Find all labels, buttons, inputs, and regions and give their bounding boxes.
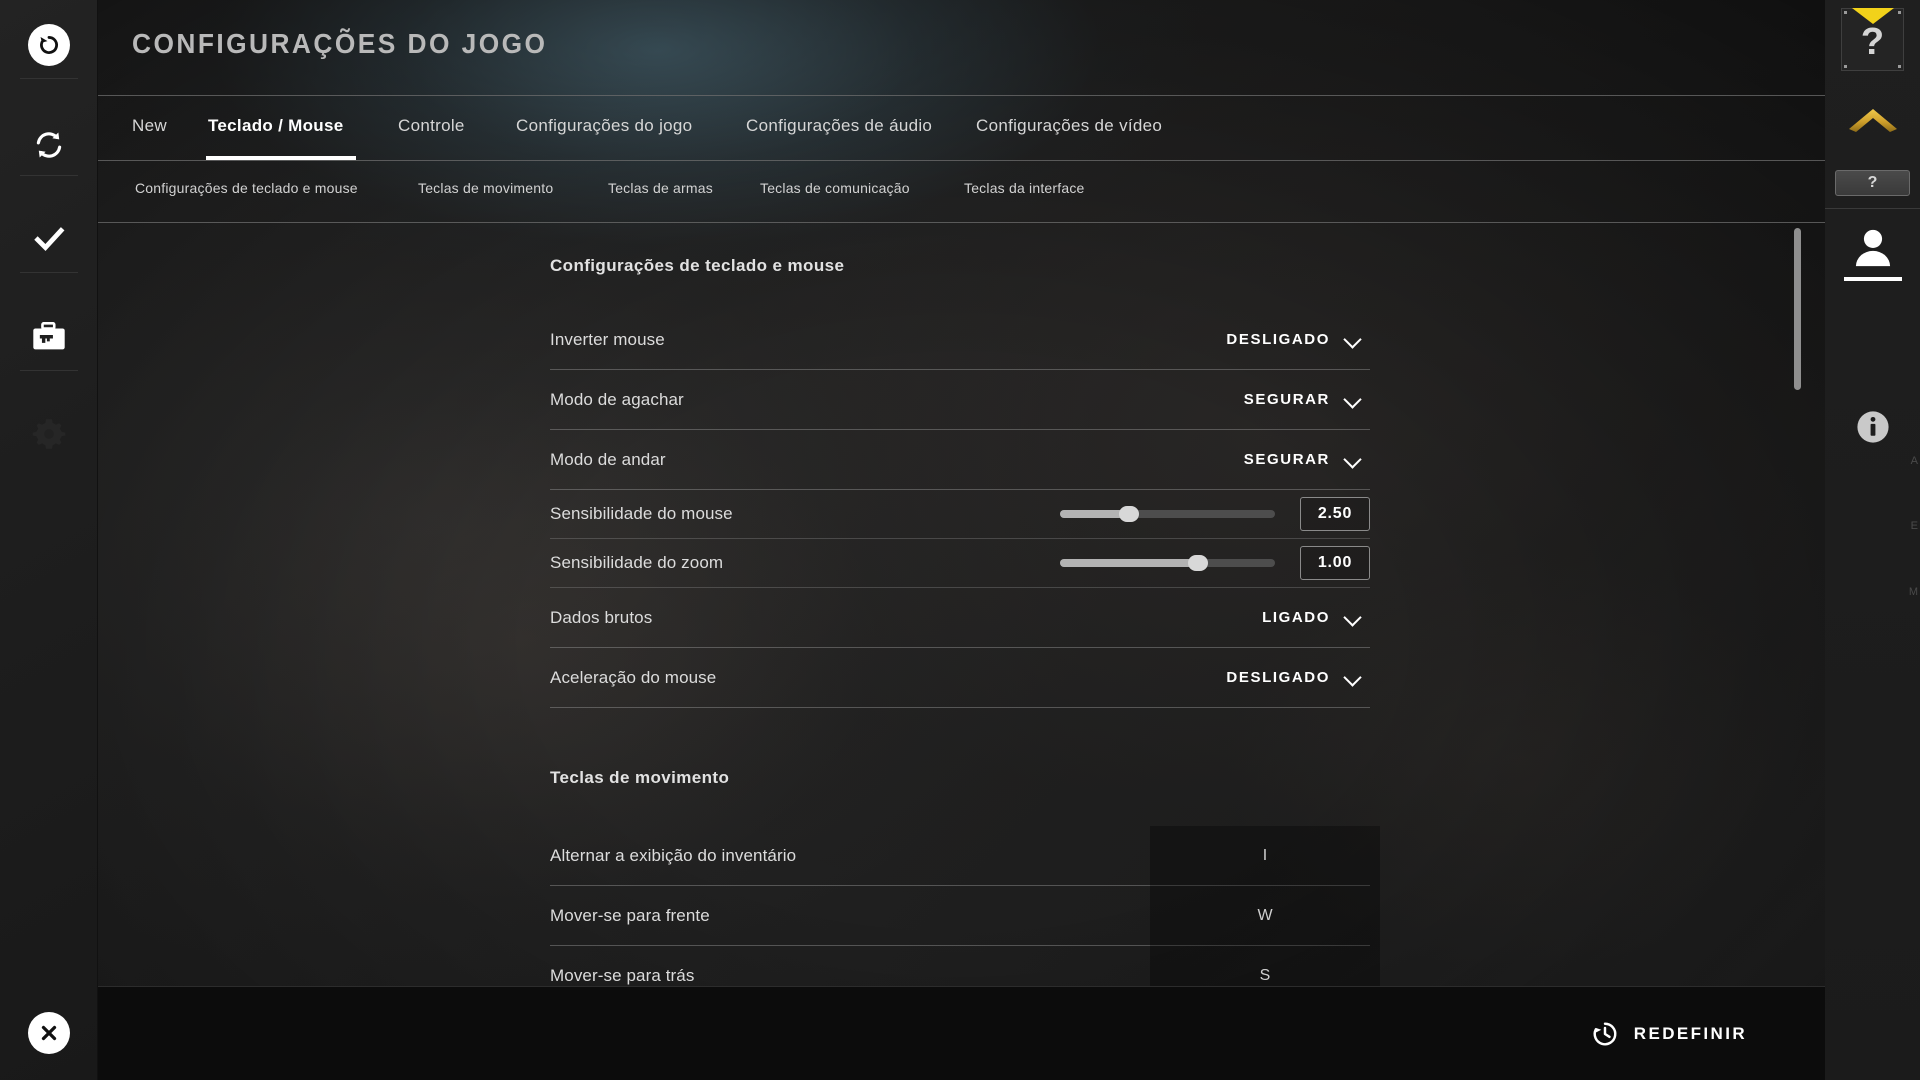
settings-content: Configurações de teclado e mouse Inverte…: [98, 222, 1825, 986]
reset-button[interactable]: REDEFINIR: [1591, 1020, 1747, 1048]
checkmark-icon: [34, 227, 65, 251]
info-button[interactable]: [1825, 410, 1920, 444]
question-mark-glyph: ?: [1860, 21, 1885, 63]
help-marker-panel[interactable]: ?: [1841, 8, 1904, 71]
setting-label: Modo de andar: [550, 449, 666, 469]
person-icon: [1855, 229, 1890, 267]
section-heading-movement-keys: Teclas de movimento: [550, 768, 730, 787]
section-heading-keyboard-mouse: Configurações de teclado e mouse: [550, 256, 845, 275]
help-button[interactable]: ?: [1835, 170, 1910, 196]
setting-row-invert-mouse[interactable]: Inverter mouse DESLIGADO: [550, 310, 1370, 370]
reset-label: REDEFINIR: [1633, 1023, 1747, 1043]
sidebar-item-loadout[interactable]: [0, 304, 98, 370]
close-button[interactable]: [0, 986, 98, 1080]
setting-label: Sensibilidade do mouse: [550, 504, 733, 523]
tab-controller[interactable]: Controle: [398, 96, 465, 156]
slider-fill: [1060, 559, 1198, 567]
slider-knob[interactable]: [1187, 555, 1208, 571]
game-settings-screen: CONFIGURAÇÕES DO JOGO New Teclado / Mous…: [0, 0, 1920, 1080]
keybind-row-toggle-inventory[interactable]: Alternar a exibição do inventário I: [550, 826, 1380, 886]
setting-label: Inverter mouse: [550, 329, 665, 349]
setting-row-walk-mode[interactable]: Modo de andar SEGURAR: [550, 430, 1370, 490]
setting-label: Dados brutos: [550, 607, 653, 627]
setting-label: Aceleração do mouse: [550, 667, 717, 687]
setting-label: Modo de agachar: [550, 389, 684, 409]
sidebar-item-back[interactable]: [0, 12, 98, 78]
back-arrow-icon: [28, 24, 70, 66]
chevron-down-icon[interactable]: [1344, 331, 1362, 349]
page-title: CONFIGURAÇÕES DO JOGO: [132, 28, 548, 59]
keybind-label: Mover-se para frente: [550, 905, 710, 925]
setting-label: Sensibilidade do zoom: [550, 553, 724, 572]
keybind-value[interactable]: S: [1150, 946, 1380, 986]
tab-game-settings[interactable]: Configurações do jogo: [516, 96, 692, 156]
scrollbar-thumb[interactable]: [1794, 228, 1801, 390]
setting-row-mouse-sensitivity[interactable]: Sensibilidade do mouse 2.50: [550, 490, 1370, 539]
mouse-sensitivity-value[interactable]: 2.50: [1300, 497, 1370, 531]
subtab-bar: Configurações de teclado e mouse Teclas …: [98, 160, 1825, 216]
settings-column: Configurações de teclado e mouse Inverte…: [550, 222, 1380, 986]
zoom-sensitivity-value[interactable]: 1.00: [1300, 546, 1370, 580]
keybind-value[interactable]: W: [1150, 886, 1380, 946]
tab-bar: New Teclado / Mouse Controle Configuraçõ…: [98, 96, 1825, 160]
left-sidebar: [0, 0, 98, 1080]
chevron-down-icon[interactable]: [1344, 609, 1362, 627]
content-scrollbar[interactable]: [1794, 228, 1801, 788]
chevron-down-icon[interactable]: [1344, 669, 1362, 687]
keybind-row-move-forward[interactable]: Mover-se para frente W: [550, 886, 1380, 946]
setting-value: DESLIGADO: [1226, 331, 1330, 348]
info-icon: [1856, 411, 1889, 443]
right-rail-divider: [1825, 208, 1920, 209]
chevron-down-icon[interactable]: [1344, 451, 1362, 469]
sidebar-item-checkmark[interactable]: [0, 206, 98, 272]
setting-value: SEGURAR: [1243, 451, 1330, 468]
mouse-sensitivity-slider[interactable]: [1060, 506, 1275, 522]
setting-value: SEGURAR: [1243, 391, 1330, 408]
sync-refresh-icon: [36, 132, 62, 158]
subtab-movement-keys[interactable]: Teclas de movimento: [418, 160, 553, 216]
history-icon: [1593, 1022, 1617, 1045]
setting-row-crouch-mode[interactable]: Modo de agachar SEGURAR: [550, 370, 1370, 430]
subtab-keyboard-mouse-settings[interactable]: Configurações de teclado e mouse: [135, 160, 358, 216]
right-sidebar: ? ? A E M: [1825, 0, 1920, 1080]
setting-value: DESLIGADO: [1226, 669, 1330, 686]
weapon-case-icon: [33, 322, 65, 350]
setting-value: LIGADO: [1262, 609, 1330, 626]
tab-keyboard-mouse[interactable]: Teclado / Mouse: [208, 96, 344, 156]
settings-panel: CONFIGURAÇÕES DO JOGO New Teclado / Mous…: [98, 0, 1825, 1080]
setting-row-mouse-acceleration[interactable]: Aceleração do mouse DESLIGADO: [550, 648, 1370, 708]
tab-audio-settings[interactable]: Configurações de áudio: [746, 96, 932, 156]
close-circle-icon: [28, 1012, 70, 1054]
chevron-up-gold-icon[interactable]: [1825, 104, 1920, 134]
slider-knob[interactable]: [1118, 506, 1139, 522]
keybind-label: Alternar a exibição do inventário: [550, 845, 797, 865]
footer-bar: REDEFINIR: [98, 986, 1825, 1080]
chevron-down-icon[interactable]: [1344, 391, 1362, 409]
keybind-label: Mover-se para trás: [550, 965, 695, 985]
gear-icon: [32, 419, 66, 449]
setting-row-raw-input[interactable]: Dados brutos LIGADO: [550, 588, 1370, 648]
tab-video-settings[interactable]: Configurações de vídeo: [976, 96, 1162, 156]
subtab-weapon-keys[interactable]: Teclas de armas: [608, 160, 713, 216]
keybind-value[interactable]: I: [1150, 826, 1380, 886]
profile-item[interactable]: [1825, 228, 1920, 281]
sidebar-item-sync[interactable]: [0, 112, 98, 178]
keybind-row-move-backward[interactable]: Mover-se para trás S: [550, 946, 1380, 986]
setting-row-zoom-sensitivity[interactable]: Sensibilidade do zoom 1.00: [550, 539, 1370, 588]
profile-active-indicator: [1843, 277, 1902, 281]
subtab-communication-keys[interactable]: Teclas de comunicação: [760, 160, 910, 216]
tab-new[interactable]: New: [132, 96, 167, 156]
sidebar-item-settings[interactable]: [0, 401, 98, 467]
subtab-interface-keys[interactable]: Teclas da interface: [964, 160, 1085, 216]
zoom-sensitivity-slider[interactable]: [1060, 555, 1275, 571]
